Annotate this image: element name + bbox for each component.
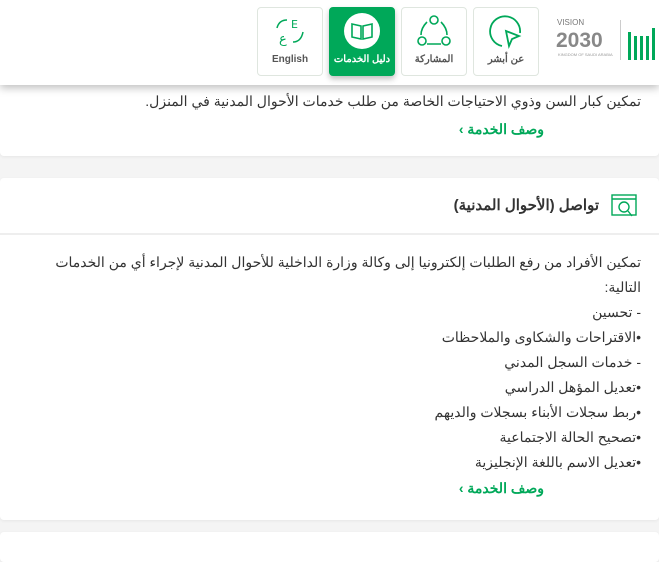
nav-services-guide-button[interactable]: دليل الخدمات xyxy=(329,7,395,76)
description-line: - خدمات السجل المدني xyxy=(504,354,641,370)
service-card-next xyxy=(0,532,659,562)
vision-2030-logo: VISION 2030 KINGDOM OF SAUDI ARABIA xyxy=(556,14,616,68)
svg-text:ع: ع xyxy=(279,32,287,46)
service-description: تمكين الأفراد من رفع الطلبات إلكترونيا إ… xyxy=(18,250,641,475)
share-icon xyxy=(402,8,466,54)
book-icon xyxy=(330,8,394,54)
description-line: •الاقتراحات والشكاوى والملاحظات xyxy=(441,329,641,345)
service-card-tawasul: تواصل (الأحوال المدنية) تمكين الأفراد من… xyxy=(0,178,659,520)
nav-about-absher-button[interactable]: عن أبشر xyxy=(473,7,539,76)
monitor-search-icon xyxy=(611,194,637,222)
divider xyxy=(0,233,659,235)
nav-english-button[interactable]: Eع English xyxy=(257,7,323,76)
description-line: - تحسين xyxy=(592,304,641,320)
svg-text:VISION: VISION xyxy=(557,18,584,27)
play-icon xyxy=(474,8,538,54)
svg-text:E: E xyxy=(291,18,298,31)
header: Eع English دليل الخدمات المشاركة عن أبشر… xyxy=(0,0,659,85)
description-line: •تصحيح الحالة الاجتماعية xyxy=(499,429,641,445)
description-line: •ربط سجلات الأبناء بسجلات والديهم xyxy=(434,404,641,420)
service-description: تمكين كبار السن وذوي الاحتياجات الخاصة م… xyxy=(145,93,641,109)
nav-participation-button[interactable]: المشاركة xyxy=(401,7,467,76)
absher-logo xyxy=(626,24,656,66)
service-title: تواصل (الأحوال المدنية) xyxy=(453,197,599,214)
description-line: •تعديل الاسم باللغة الإنجليزية xyxy=(474,454,641,470)
service-description-link[interactable]: وصف الخدمة › xyxy=(459,121,544,138)
description-line: تمكين الأفراد من رفع الطلبات إلكترونيا إ… xyxy=(55,254,641,295)
svg-text:2030: 2030 xyxy=(556,29,603,52)
service-description-link[interactable]: وصف الخدمة › xyxy=(459,480,544,497)
language-icon: Eع xyxy=(258,8,322,54)
svg-text:KINGDOM OF SAUDI ARABIA: KINGDOM OF SAUDI ARABIA xyxy=(558,52,613,57)
logo-divider xyxy=(620,20,621,60)
description-line: •تعديل المؤهل الدراسي xyxy=(504,379,641,395)
